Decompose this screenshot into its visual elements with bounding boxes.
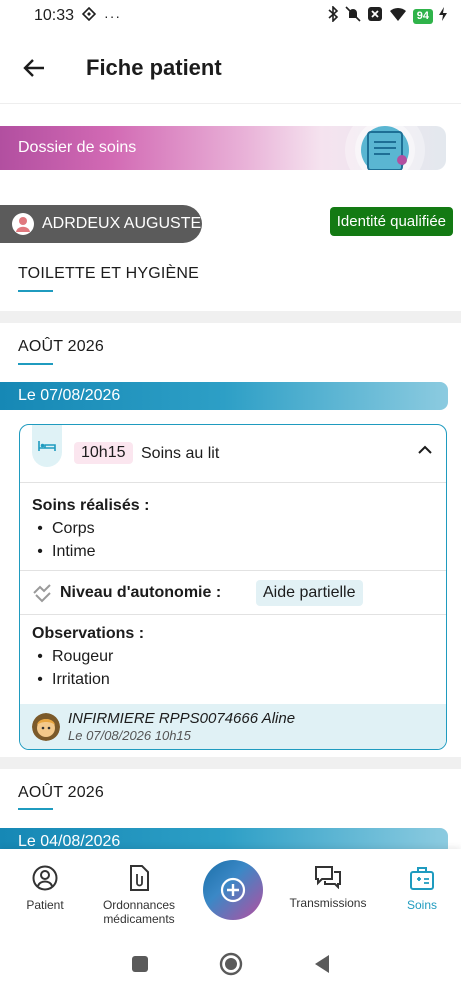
chat-bubbles-icon — [315, 866, 341, 890]
care-entry-card[interactable]: 10h15 Soins au lit Soins réalisés : • Cor… — [19, 424, 447, 750]
nav-item-prescriptions[interactable]: Ordonnances médicaments — [98, 865, 180, 926]
autonomy-value: Aide partielle — [256, 579, 363, 606]
patient-avatar-icon — [12, 213, 34, 235]
section-divider — [0, 757, 461, 769]
nav-label: Patient — [26, 898, 64, 912]
list-item: • Corps — [37, 520, 95, 537]
x-box-icon — [367, 6, 383, 27]
charging-icon — [439, 6, 447, 26]
nav-item-patient[interactable]: Patient — [18, 865, 72, 912]
care-time-chip: 10h15 — [74, 442, 133, 464]
care-category-title: TOILETTE ET HYGIÈNE — [18, 265, 200, 282]
observations-title: Observations : — [32, 625, 145, 642]
care-record-banner: Dossier de soins — [0, 126, 446, 170]
nav-item-care[interactable]: Soins — [398, 865, 446, 912]
medical-kit-icon — [410, 867, 434, 890]
month-underline — [18, 363, 53, 365]
mute-bell-icon — [345, 5, 361, 27]
list-item: • Intime — [37, 543, 96, 560]
banner-label: Dossier de soins — [18, 139, 137, 156]
nav-label: Transmissions — [289, 896, 367, 910]
patient-name: ADRDEUX AUGUSTE — [42, 215, 202, 232]
battery-level: 94 — [412, 8, 433, 24]
care-type-label: Soins au lit — [141, 445, 220, 462]
handshake-icon — [33, 583, 51, 602]
notification-diamond-icon — [81, 6, 97, 26]
back-button[interactable] — [14, 48, 54, 88]
month-title: AOÛT 2026 — [18, 784, 104, 801]
observations-section: Observations : • Rougeur • Irritation — [20, 615, 446, 699]
app-bar: Fiche patient — [0, 32, 461, 104]
nav-label: médicaments — [103, 912, 175, 926]
recents-square-icon[interactable] — [131, 955, 149, 973]
bed-icon — [32, 425, 62, 467]
user-circle-icon — [32, 865, 58, 891]
author-info: INFIRMIERE RPPS0074666 Aline Le 07/08/20… — [20, 704, 446, 749]
date-header: Le 07/08/2026 — [0, 382, 448, 410]
bluetooth-icon — [327, 4, 339, 27]
nav-item-transmissions[interactable]: Transmissions — [288, 865, 368, 910]
identity-status-badge: Identité qualifiée — [329, 207, 453, 236]
nav-label: Soins — [406, 898, 438, 912]
autonomy-label: Niveau d'autonomie : — [60, 583, 222, 601]
home-circle-icon[interactable] — [219, 952, 243, 976]
add-action-button[interactable] — [203, 860, 263, 920]
author-avatar — [32, 712, 60, 741]
section-divider — [0, 311, 461, 323]
system-navigation — [0, 943, 461, 985]
month-underline — [18, 808, 53, 810]
nav-label: Ordonnances — [102, 898, 176, 912]
wifi-icon — [389, 6, 407, 27]
care-entry-header[interactable]: 10h15 Soins au lit — [20, 425, 446, 483]
plus-circle-icon — [220, 877, 246, 903]
author-date: Le 07/08/2026 10h15 — [68, 728, 191, 743]
more-notifications-icon: ··· — [104, 8, 122, 24]
autonomy-row: Niveau d'autonomie : Aide partielle — [20, 571, 446, 615]
month-title: AOÛT 2026 — [18, 338, 104, 355]
status-bar: 10:33 ··· 94 — [0, 0, 461, 32]
chevron-up-icon[interactable] — [418, 445, 432, 455]
care-done-section: Soins réalisés : • Corps • Intime — [20, 483, 446, 571]
list-item: • Irritation — [37, 671, 110, 688]
arrow-left-icon — [23, 58, 44, 77]
medical-record-illustration-icon — [345, 126, 425, 170]
status-time: 10:33 — [34, 7, 75, 24]
page-title: Fiche patient — [86, 54, 222, 80]
list-item: • Rougeur — [37, 648, 114, 665]
category-underline — [18, 290, 53, 292]
paperclip-document-icon — [130, 865, 149, 891]
back-triangle-icon[interactable] — [313, 954, 331, 974]
author-name: INFIRMIERE RPPS0074666 Aline — [68, 710, 296, 727]
patient-chip[interactable]: ADRDEUX AUGUSTE — [0, 205, 202, 243]
care-done-title: Soins réalisés : — [32, 497, 150, 514]
